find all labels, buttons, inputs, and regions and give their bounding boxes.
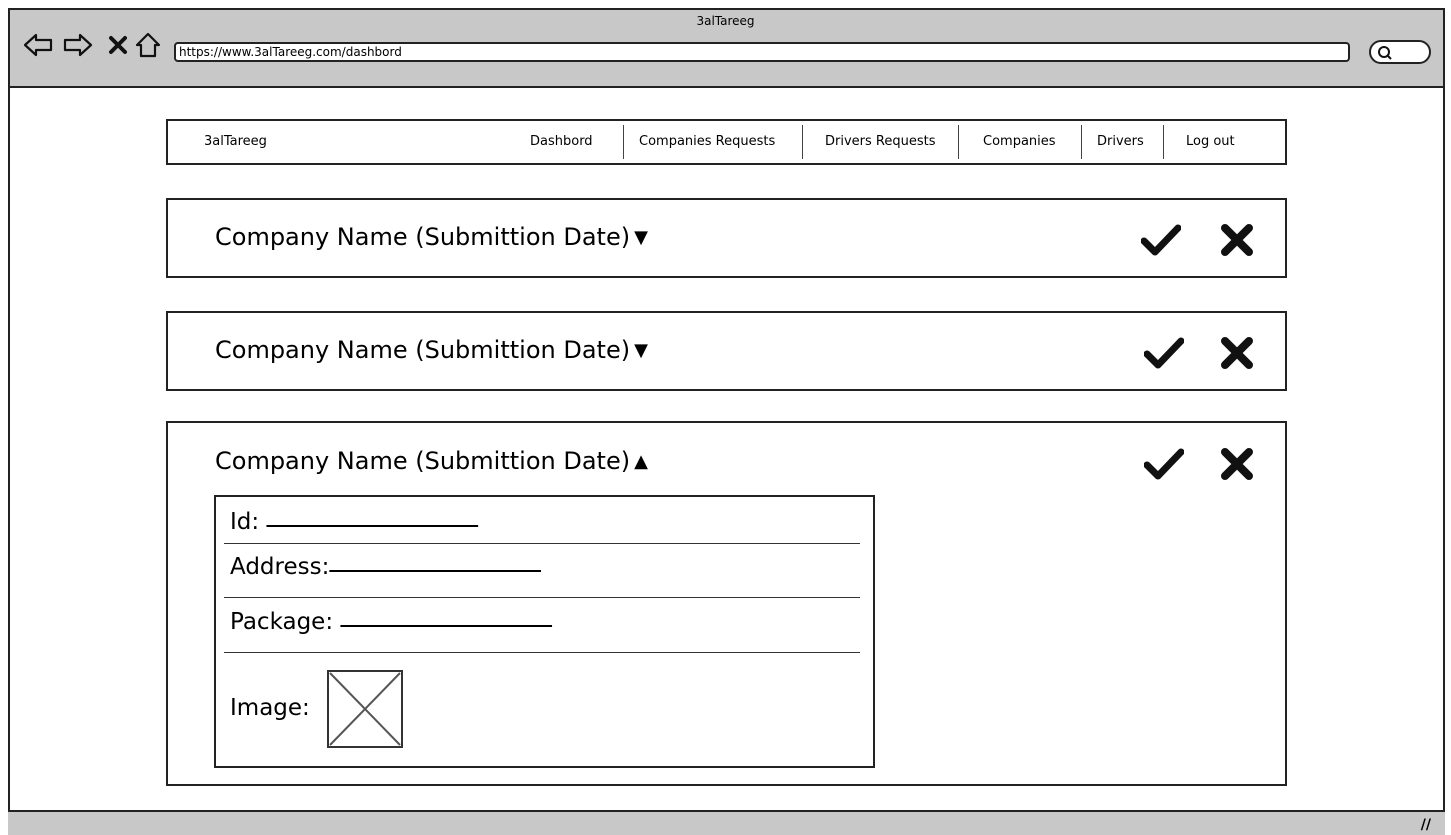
check-icon bbox=[1141, 224, 1181, 256]
request-title-toggle[interactable]: Company Name (Submittion Date) ▼ bbox=[215, 223, 648, 251]
caret-up-icon: ▲ bbox=[634, 451, 648, 472]
home-button[interactable] bbox=[132, 30, 164, 60]
address-value: ~~~~ ~~~~ ~~~~ ~~~ ~~~~ ~~~~~~~~ bbox=[329, 566, 542, 577]
approve-button[interactable] bbox=[1139, 220, 1183, 260]
reject-button[interactable] bbox=[1217, 220, 1257, 260]
caret-down-icon: ▼ bbox=[634, 340, 648, 361]
stop-button[interactable] bbox=[102, 30, 134, 60]
close-icon bbox=[1221, 337, 1253, 369]
image-placeholder-icon bbox=[329, 672, 401, 746]
nav-divider bbox=[623, 125, 624, 159]
image-label: Image: bbox=[230, 695, 310, 721]
nav-dashboard[interactable]: Dashbord bbox=[530, 134, 593, 149]
address-label: Address: bbox=[230, 554, 330, 580]
package-value: ~~~~ ~~~~ ~~~~ ~~~ ~~~~ ~~~~~~~~ bbox=[340, 621, 553, 632]
browser-search-button[interactable] bbox=[1369, 40, 1431, 64]
home-icon bbox=[135, 32, 161, 58]
nav-divider bbox=[1081, 125, 1082, 159]
nav-companies[interactable]: Companies bbox=[983, 134, 1056, 149]
window-title: 3alTareeg bbox=[696, 14, 755, 28]
close-icon bbox=[1221, 448, 1253, 480]
stop-icon bbox=[109, 36, 127, 54]
address-row: Address:~~~~ ~~~~ ~~~~ ~~~ ~~~~ ~~~~~~~~ bbox=[230, 554, 542, 580]
nav-drivers-requests[interactable]: Drivers Requests bbox=[825, 134, 936, 149]
package-row: Package: ~~~~ ~~~~ ~~~~ ~~~ ~~~~ ~~~~~~~… bbox=[230, 609, 553, 635]
package-label: Package: bbox=[230, 609, 334, 635]
request-title: Company Name (Submittion Date) bbox=[215, 447, 631, 475]
approve-button[interactable] bbox=[1142, 444, 1186, 484]
request-title: Company Name (Submittion Date) bbox=[215, 336, 631, 364]
check-icon bbox=[1144, 448, 1184, 480]
url-input[interactable]: https://www.3alTareeg.com/dashbord bbox=[174, 42, 1350, 62]
back-button[interactable] bbox=[22, 30, 54, 60]
nav-divider bbox=[1163, 125, 1164, 159]
top-nav: 3alTareeg Dashbord Companies Requests Dr… bbox=[166, 119, 1287, 165]
row-divider bbox=[224, 597, 860, 598]
search-icon bbox=[1378, 46, 1392, 60]
request-title-toggle[interactable]: Company Name (Submittion Date) ▼ bbox=[215, 336, 648, 364]
arrow-left-icon bbox=[23, 33, 53, 57]
approve-button[interactable] bbox=[1142, 333, 1186, 373]
row-divider bbox=[224, 652, 860, 653]
request-details: Id: ~~~~ ~~~~ ~~~~ ~~~ ~~~~ ~~~~~~~~ Add… bbox=[214, 495, 875, 768]
caret-down-icon: ▼ bbox=[634, 227, 648, 248]
arrow-right-icon bbox=[63, 33, 93, 57]
nav-logout[interactable]: Log out bbox=[1186, 134, 1235, 149]
reject-button[interactable] bbox=[1217, 333, 1257, 373]
id-row: Id: ~~~~ ~~~~ ~~~~ ~~~ ~~~~ ~~~~~~~~ bbox=[230, 509, 479, 535]
check-icon bbox=[1144, 337, 1184, 369]
id-value: ~~~~ ~~~~ ~~~~ ~~~ ~~~~ ~~~~~~~~ bbox=[266, 521, 479, 532]
request-card: Company Name (Submittion Date) ▼ bbox=[166, 198, 1287, 278]
resize-grip-icon[interactable]: // bbox=[1421, 817, 1431, 833]
close-icon bbox=[1221, 224, 1253, 256]
brand-logo[interactable]: 3alTareeg bbox=[204, 134, 267, 149]
status-bar: // bbox=[8, 810, 1445, 835]
row-divider bbox=[224, 543, 860, 544]
id-label: Id: bbox=[230, 509, 260, 535]
reject-button[interactable] bbox=[1217, 444, 1257, 484]
image-placeholder[interactable] bbox=[327, 670, 403, 748]
request-title-toggle[interactable]: Company Name (Submittion Date) ▲ bbox=[215, 447, 648, 475]
forward-button[interactable] bbox=[62, 30, 94, 60]
nav-divider bbox=[958, 125, 959, 159]
nav-divider bbox=[802, 125, 803, 159]
nav-companies-requests[interactable]: Companies Requests bbox=[639, 134, 775, 149]
request-card: Company Name (Submittion Date) ▼ bbox=[166, 311, 1287, 391]
request-title: Company Name (Submittion Date) bbox=[215, 223, 631, 251]
nav-drivers[interactable]: Drivers bbox=[1097, 134, 1144, 149]
